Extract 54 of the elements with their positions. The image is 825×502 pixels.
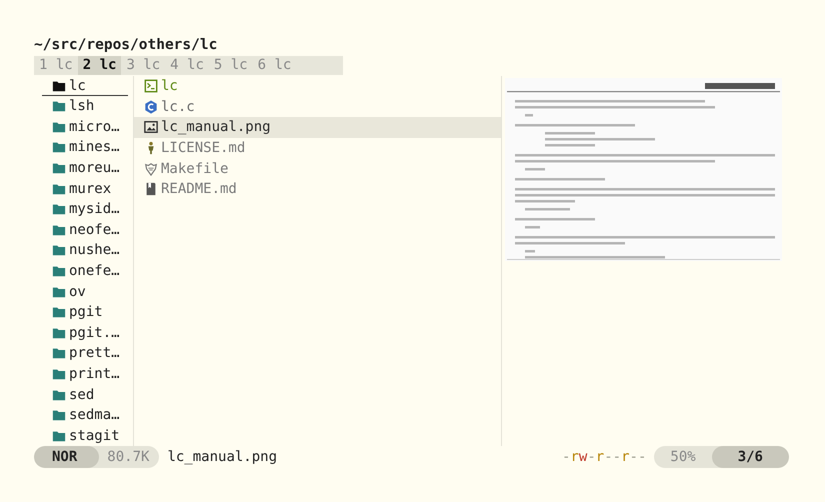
folder-icon	[52, 222, 66, 237]
folder-item[interactable]: mines…	[34, 137, 128, 158]
folder-icon	[52, 182, 66, 196]
terminal-icon	[144, 79, 158, 94]
folder-item[interactable]: nushe…	[34, 240, 128, 261]
file-item[interactable]: lc.c	[134, 96, 501, 118]
folder-item[interactable]: murex	[34, 178, 128, 199]
folder-icon	[52, 346, 66, 360]
file-name: lc_manual.png	[167, 449, 278, 465]
folder-item[interactable]: lsh	[34, 96, 128, 117]
tab[interactable]: 2 lc	[78, 56, 122, 75]
file-item[interactable]: lc_manual.png	[134, 117, 501, 138]
folder-item[interactable]: lc	[42, 76, 128, 96]
book-icon	[144, 182, 158, 196]
folder-icon	[52, 284, 66, 299]
folder-item[interactable]: print…	[34, 364, 128, 384]
folder-icon	[52, 428, 66, 443]
folder-icon	[52, 243, 66, 258]
mode-badge: NOR	[34, 446, 100, 468]
image-icon	[144, 120, 158, 134]
folder-item[interactable]: stagit	[34, 426, 128, 446]
file-item[interactable]: README.md	[134, 178, 501, 200]
folder-item[interactable]: pgit	[34, 302, 128, 323]
folder-item[interactable]: pgit.…	[34, 322, 128, 344]
folder-item[interactable]: moreu…	[34, 158, 128, 178]
folder-item[interactable]: sedma…	[34, 404, 128, 426]
permissions-text: -rw-r--r--	[562, 449, 646, 465]
folder-item[interactable]: onefe…	[34, 260, 128, 282]
folder-icon	[52, 99, 66, 114]
folder-icon	[52, 140, 66, 154]
folder-icon	[52, 161, 66, 176]
folder-icon	[52, 264, 66, 278]
folder-item[interactable]: ov	[34, 281, 128, 302]
file-item[interactable]: LICENSE.md	[134, 138, 501, 158]
folder-item[interactable]: prett…	[34, 343, 128, 364]
folder-icon	[52, 367, 66, 382]
folder-icon	[52, 120, 66, 134]
file-size: 80.7K	[106, 448, 150, 467]
folder-icon	[52, 78, 66, 92]
file-item[interactable]: Makefile	[134, 158, 501, 179]
file-item[interactable]: lc	[134, 76, 501, 97]
folder-icon	[52, 326, 66, 340]
folder-item[interactable]: neofe…	[34, 220, 128, 240]
position-counter: 3/6	[712, 446, 789, 468]
folder-item[interactable]: mysid…	[34, 198, 128, 220]
path-title: ~/src/repos/others/lc	[34, 36, 218, 55]
folder-icon	[52, 388, 66, 402]
folder-item[interactable]: micro…	[34, 116, 128, 138]
folder-icon	[52, 305, 66, 320]
folder-item[interactable]: sed	[34, 384, 128, 405]
folder-icon	[52, 408, 66, 422]
folder-icon	[52, 202, 66, 216]
c-file-icon	[144, 100, 158, 114]
scroll-percent: 50%	[669, 448, 697, 467]
